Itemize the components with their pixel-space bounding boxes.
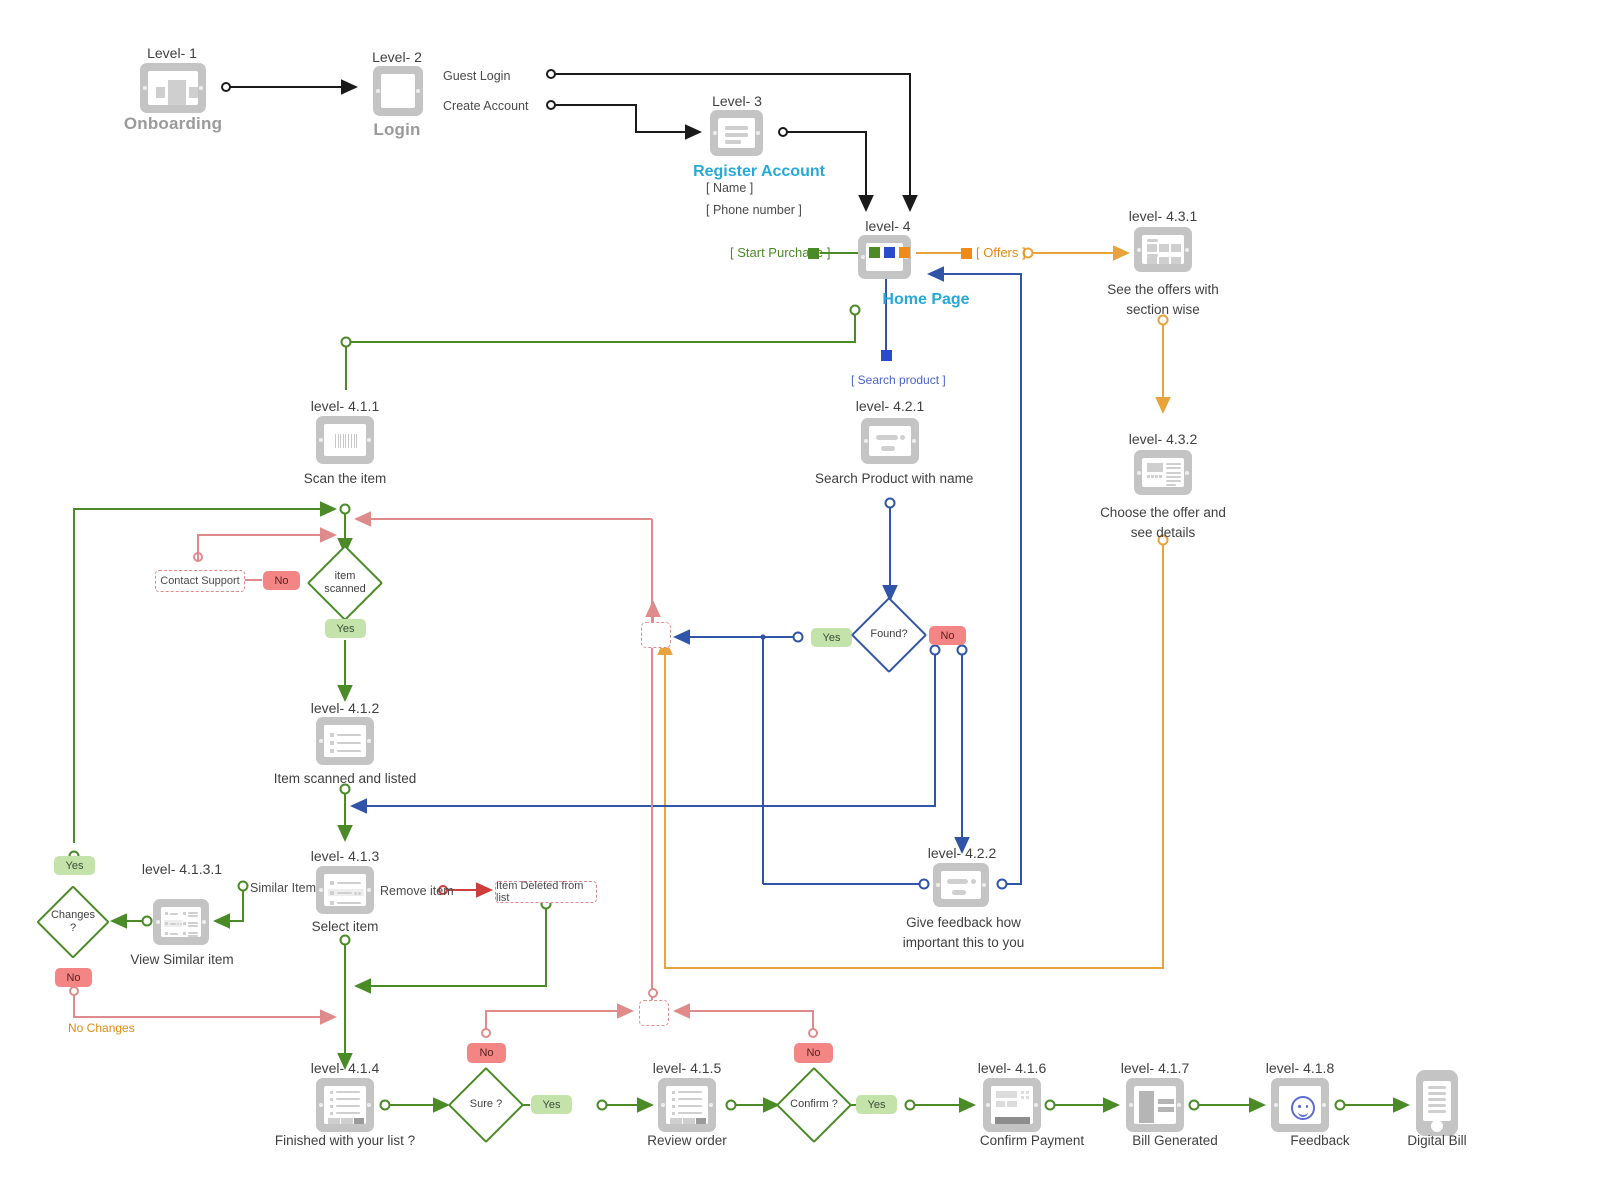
level-label-offers-list: level- 4.3.1 [1128,208,1198,224]
level-label-payment: level- 4.1.6 [977,1060,1047,1076]
edge-label-guest-login: Guest Login [443,69,511,83]
register-field-phone: [ Phone number ] [706,203,802,217]
caption-scan: Scan the item [303,471,387,486]
level-label-home: level- 4 [865,218,911,234]
level-label-bill: level- 4.1.7 [1120,1060,1190,1076]
caption-digital-bill: Digital Bill [1407,1133,1467,1148]
caption-finished: Finished with your list ? [274,1133,416,1148]
decision-found[interactable]: Found? [850,596,928,674]
register-field-name: [ Name ] [706,181,754,195]
pill-no-item-scanned[interactable]: No [263,571,300,590]
pill-yes-confirm[interactable]: Yes [856,1095,897,1114]
pill-yes-found[interactable]: Yes [811,628,852,647]
caption-bill: Bill Generated [1132,1133,1218,1148]
edge-label-search-product: [ Search product ] [851,373,946,387]
final-list-icon[interactable] [316,1078,374,1132]
start-purchase-marker [808,248,819,259]
caption-select-item: Select item [311,919,379,934]
barcode-scan-icon[interactable] [316,416,374,464]
caption-register-account: Register Account [693,163,825,180]
caption-scanned-list: Item scanned and listed [273,771,417,786]
login-screen-icon[interactable] [373,66,423,116]
decision-sure[interactable]: Sure ? [447,1066,525,1144]
payment-screen-icon[interactable] [983,1078,1041,1132]
level-label-similar-item: level- 4.1.3.1 [141,861,223,877]
item-deleted-box: Item Deleted from list [495,880,597,904]
level-label-login: Level- 2 [372,49,422,65]
edge-label-offers: [ Offers ] [976,245,1026,260]
flowchart-canvas: Level- 1 Onboarding Level- 2 Login Guest… [0,0,1600,1200]
pill-no-found[interactable]: No [929,626,966,645]
edge-label-similar-item: Similar Item [250,881,316,895]
pill-yes-item-scanned[interactable]: Yes [325,619,366,638]
level-label-register: Level- 3 [712,93,762,109]
pill-yes-changes[interactable]: Yes [54,856,95,875]
caption-payment: Confirm Payment [979,1133,1085,1148]
offers-grid-icon[interactable] [1134,227,1192,272]
pill-yes-sure[interactable]: Yes [531,1095,572,1114]
offers-marker [961,248,972,259]
caption-search: Search Product with name [815,471,974,486]
caption-review: Review order [647,1133,727,1148]
bill-screen-icon[interactable] [1126,1078,1184,1132]
caption-login: Login [373,120,421,139]
level-label-give-feedback: level- 4.2.2 [927,845,997,861]
contact-support-box[interactable]: Contact Support [155,570,245,592]
decision-confirm-label: Confirm ? [790,1098,838,1111]
decision-changes-label: Changes ? [50,908,96,934]
mobile-bill-icon[interactable] [1416,1070,1458,1136]
caption-offers-list: See the offers with section wise [1107,282,1219,317]
similar-items-grid-icon[interactable] [153,899,209,945]
review-order-icon[interactable] [658,1078,716,1132]
onboarding-screen-icon[interactable] [140,63,206,113]
level-label-feedback: level- 4.1.8 [1265,1060,1335,1076]
feedback-form-icon[interactable] [933,863,989,907]
item-list-icon[interactable] [316,717,374,765]
caption-home-page: Home Page [882,291,970,308]
level-label-finished: level- 4.1.4 [310,1060,380,1076]
level-label-search: level- 4.2.1 [855,398,925,414]
smiley-feedback-icon[interactable] [1271,1078,1329,1132]
edge-label-no-changes: No Changes [68,1021,135,1035]
level-label-scanned-list: level- 4.1.2 [310,700,380,716]
level-label-onboarding: Level- 1 [147,45,197,61]
level-label-offer-detail: level- 4.3.2 [1128,431,1198,447]
merge-junction-mid [641,622,671,648]
caption-give-feedback: Give feedback how important this to you [902,915,1025,950]
home-start-purchase-marker[interactable] [869,247,880,258]
pill-no-changes[interactable]: No [55,968,92,987]
level-label-select-item: level- 4.1.3 [310,848,380,864]
level-label-scan: level- 4.1.1 [310,398,380,414]
decision-changes[interactable]: Changes ? [36,885,110,959]
decision-confirm[interactable]: Confirm ? [775,1066,853,1144]
caption-similar-item: View Similar item [130,952,234,967]
select-item-icon[interactable] [316,866,374,914]
decision-sure-label: Sure ? [469,1098,503,1111]
edge-label-remove-item: Remove item [380,884,454,898]
search-screen-icon[interactable] [861,418,919,464]
caption-offer-detail: Choose the offer and see details [1100,505,1226,540]
home-search-marker[interactable] [884,247,895,258]
decision-found-label: Found? [870,628,908,641]
search-product-marker [881,350,892,361]
home-offers-marker[interactable] [899,247,910,258]
pill-no-sure[interactable]: No [467,1043,506,1063]
offer-detail-icon[interactable] [1134,450,1192,495]
register-form-icon[interactable] [710,110,763,156]
caption-onboarding: Onboarding [123,114,223,133]
edge-label-create-account: Create Account [443,99,529,113]
pill-no-confirm[interactable]: No [794,1043,833,1063]
level-label-review: level- 4.1.5 [652,1060,722,1076]
decision-item-scanned[interactable]: item scanned [306,544,384,622]
decision-item-scanned-label: item scanned [324,569,366,595]
merge-junction-low [639,1000,669,1026]
